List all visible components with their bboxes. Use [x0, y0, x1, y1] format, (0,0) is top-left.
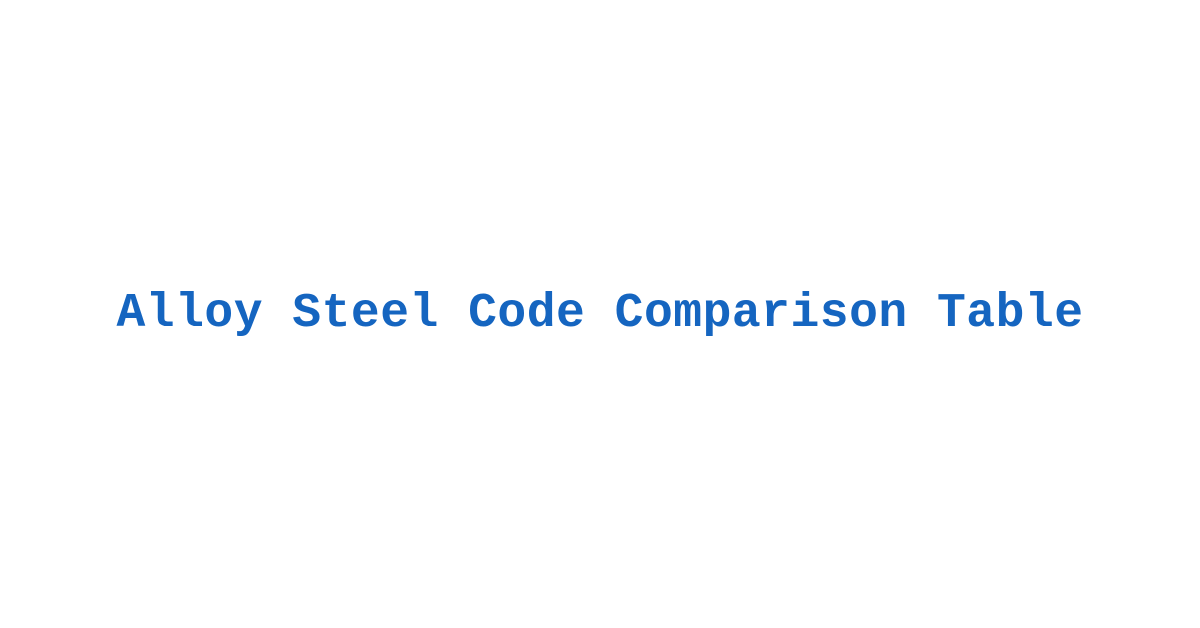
page-title: Alloy Steel Code Comparison Table: [116, 287, 1083, 341]
